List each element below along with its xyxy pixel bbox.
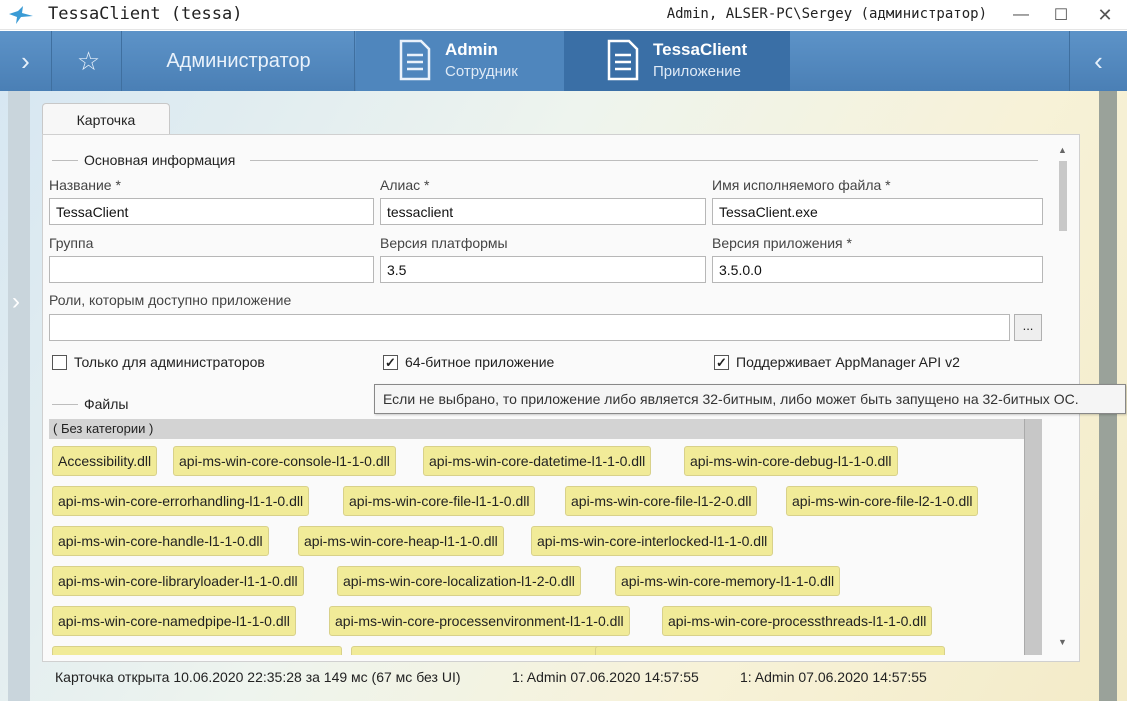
- document-icon: [399, 39, 431, 81]
- file-chip[interactable]: Accessibility.dll: [52, 446, 158, 476]
- minimize-button[interactable]: —: [1001, 0, 1041, 30]
- file-chip[interactable]: api-ms-win-core-debug-l1-1-0.dll: [684, 446, 898, 476]
- chevron-left-icon: ‹: [1094, 45, 1103, 76]
- file-chip[interactable]: api-ms-win-core-file-l1-1-0.dll: [343, 486, 536, 516]
- section-divider: [52, 160, 78, 161]
- tab-subtitle: Приложение: [653, 63, 741, 80]
- scroll-up-icon[interactable]: ▲: [1058, 145, 1067, 155]
- file-chip[interactable]: api-ms-win-core-heap-l1-1-0.dll: [298, 526, 504, 556]
- 64bit-label: 64-битное приложение: [405, 354, 555, 370]
- status-modified: 1: Admin 07.06.2020 14:57:55: [740, 669, 927, 685]
- file-chip[interactable]: api-ms-win-core-file-l2-1-0.dll: [786, 486, 979, 516]
- tab-subtitle: Сотрудник: [445, 63, 518, 80]
- appmanager-api-label: Поддерживает AppManager API v2: [736, 354, 960, 370]
- file-chip[interactable]: api-ms-win-core-memory-l1-1-0.dll: [615, 566, 841, 596]
- card-scrollbar[interactable]: ▲ ▼: [1055, 143, 1071, 653]
- file-chip[interactable]: api-ms-win-core-interlocked-l1-1-0.dll: [531, 526, 774, 556]
- alias-field[interactable]: tessaclient: [380, 198, 706, 225]
- section-main-info: Основная информация: [80, 152, 240, 168]
- appmanager-api-checkbox[interactable]: ✓: [714, 355, 729, 370]
- favorites-button[interactable]: ☆: [56, 31, 122, 91]
- collapse-panel-button[interactable]: ‹: [1069, 31, 1127, 91]
- status-bar: Карточка открыта 10.06.2020 22:35:28 за …: [42, 663, 1082, 693]
- section-files: Файлы: [80, 396, 133, 412]
- scroll-down-icon[interactable]: ▼: [1058, 637, 1067, 647]
- tab-administrator[interactable]: Администратор: [123, 31, 355, 91]
- app-version-field[interactable]: 3.5.0.0: [712, 256, 1043, 283]
- files-category-header[interactable]: ( Без категории ): [49, 419, 1024, 439]
- file-chip[interactable]: api-ms-win-core-datetime-l1-1-0.dll: [423, 446, 652, 476]
- chevron-right-icon: ›: [21, 45, 30, 76]
- tab-admin-employee[interactable]: Admin Сотрудник: [356, 31, 564, 91]
- status-opened: Карточка открыта 10.06.2020 22:35:28 за …: [55, 669, 461, 685]
- admin-only-checkbox[interactable]: [52, 355, 67, 370]
- star-icon: ☆: [76, 45, 101, 76]
- name-field[interactable]: TessaClient: [49, 198, 374, 225]
- tessa-logo-icon: [9, 6, 33, 24]
- exe-label: Имя исполняемого файла *: [712, 177, 891, 193]
- section-divider: [250, 160, 1038, 161]
- app-tab-bar: › ☆ Администратор Admin Сотрудник TessaC…: [0, 31, 1127, 91]
- left-side-panel[interactable]: [8, 91, 30, 701]
- 64bit-checkbox[interactable]: ✓: [383, 355, 398, 370]
- 64bit-tooltip: Если не выбрано, то приложение либо явля…: [374, 384, 1126, 414]
- admin-only-label: Только для администраторов: [74, 354, 265, 370]
- chevron-right-icon[interactable]: ›: [12, 288, 20, 316]
- status-created: 1: Admin 07.06.2020 14:57:55: [512, 669, 699, 685]
- document-icon: [607, 39, 639, 81]
- file-chip[interactable]: api-ms-win-core-errorhandling-l1-1-0.dll: [52, 486, 310, 516]
- current-user: Admin, ALSER-PC\Sergey (администратор): [666, 6, 987, 22]
- group-label: Группа: [49, 235, 94, 251]
- file-chip[interactable]: api-ms-win-core-processenvironment-l1-1-…: [329, 606, 630, 636]
- roles-field[interactable]: [49, 314, 1010, 341]
- group-field[interactable]: [49, 256, 374, 283]
- tab-tessaclient-application[interactable]: TessaClient Приложение: [564, 31, 790, 91]
- file-chip[interactable]: api-ms-win-core-file-l1-2-0.dll: [565, 486, 758, 516]
- file-chip[interactable]: [595, 646, 945, 655]
- section-divider: [52, 404, 78, 405]
- window-title: TessaClient (tessa): [48, 4, 243, 24]
- files-list: ( Без категории ) Accessibility.dll api-…: [49, 419, 1042, 655]
- app-version-label: Версия приложения *: [712, 235, 852, 251]
- expand-sidebar-button[interactable]: ›: [0, 31, 52, 91]
- file-chip[interactable]: api-ms-win-core-processthreads-l1-1-0.dl…: [662, 606, 933, 636]
- close-button[interactable]: ✕: [1085, 0, 1125, 30]
- title-bar: TessaClient (tessa) Admin, ALSER-PC\Serg…: [0, 0, 1127, 30]
- file-chip[interactable]: api-ms-win-core-handle-l1-1-0.dll: [52, 526, 269, 556]
- tab-title: Admin: [445, 40, 498, 59]
- alias-label: Алиас *: [380, 177, 430, 193]
- tab-title: TessaClient: [653, 40, 748, 59]
- scrollbar-thumb[interactable]: [1059, 161, 1067, 231]
- roles-browse-button[interactable]: ...: [1014, 314, 1042, 341]
- tab-card[interactable]: Карточка: [42, 103, 170, 135]
- file-chip[interactable]: api-ms-win-core-localization-l1-2-0.dll: [337, 566, 581, 596]
- file-chip[interactable]: api-ms-win-core-namedpipe-l1-1-0.dll: [52, 606, 296, 636]
- exe-field[interactable]: TessaClient.exe: [712, 198, 1043, 225]
- roles-label: Роли, которым доступно приложение: [49, 292, 292, 308]
- files-scrollbar[interactable]: [1024, 419, 1042, 655]
- platform-version-label: Версия платформы: [380, 235, 508, 251]
- platform-version-field[interactable]: 3.5: [380, 256, 706, 283]
- file-chip[interactable]: api-ms-win-core-console-l1-1-0.dll: [173, 446, 396, 476]
- maximize-button[interactable]: ☐: [1041, 0, 1081, 30]
- file-chip[interactable]: [52, 646, 342, 655]
- file-chip[interactable]: api-ms-win-core-libraryloader-l1-1-0.dll: [52, 566, 304, 596]
- name-label: Название *: [49, 177, 121, 193]
